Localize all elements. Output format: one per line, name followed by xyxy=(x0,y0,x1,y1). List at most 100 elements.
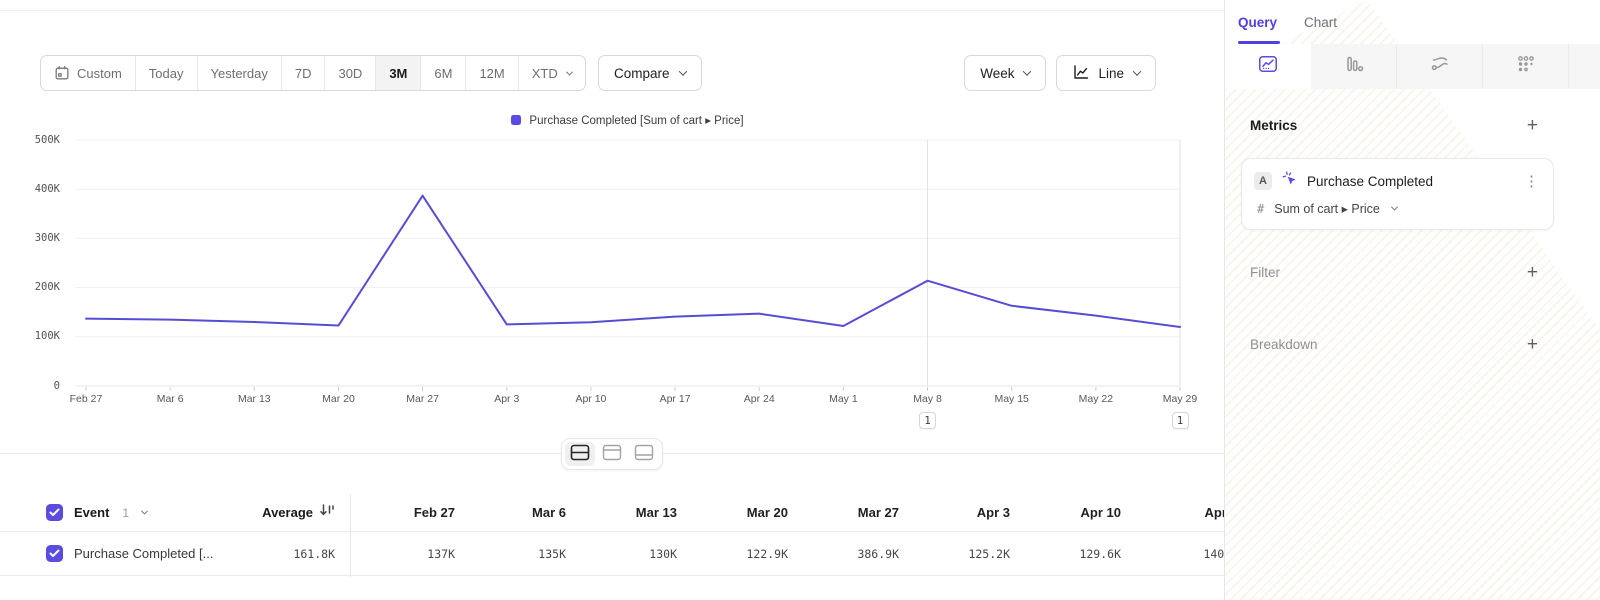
series-line xyxy=(86,196,1180,327)
metric-card[interactable]: A Purchase Completed ⋮ # Sum of cart ▸ P… xyxy=(1241,158,1554,230)
legend-label: Purchase Completed [Sum of cart ▸ Price] xyxy=(529,113,743,127)
tab-chart[interactable]: Chart xyxy=(1304,0,1337,44)
table-divider xyxy=(350,494,351,577)
chevron-down-icon xyxy=(1391,204,1398,211)
annotation-badge[interactable]: 1 xyxy=(1172,412,1189,429)
query-panel: Query Chart xyxy=(1224,0,1600,600)
chart-only-icon xyxy=(601,443,623,465)
chart-type-button[interactable]: Line xyxy=(1056,55,1156,91)
funnels-chart-type-button[interactable] xyxy=(1311,44,1397,89)
insights-line-icon xyxy=(1258,54,1278,79)
compare-label: Compare xyxy=(614,66,670,81)
table-header-row: Event 1 Average Feb 27Mar 6Mar 13Mar 20M… xyxy=(0,494,1224,532)
x-axis-label: Apr 24 xyxy=(717,393,801,405)
range-custom-button[interactable]: Custom xyxy=(41,56,136,90)
add-breakdown-button[interactable]: + xyxy=(1527,335,1538,354)
x-axis-label: Mar 6 xyxy=(128,393,212,405)
x-axis-label: May 29 xyxy=(1138,393,1222,405)
layout-toggle xyxy=(561,438,663,470)
kebab-menu-icon[interactable]: ⋮ xyxy=(1524,172,1539,190)
split-view-button[interactable] xyxy=(565,442,595,466)
column-header: Mar 6 xyxy=(455,505,566,520)
table-only-icon xyxy=(633,443,655,465)
table-only-button[interactable] xyxy=(629,442,659,466)
chart-type-strip xyxy=(1225,44,1600,89)
number-type-icon: # xyxy=(1257,202,1264,216)
range-7d-button[interactable]: 7D xyxy=(282,56,326,90)
retention-dots-icon xyxy=(1516,54,1536,79)
cell-value: 130K xyxy=(566,547,677,561)
chevron-down-icon xyxy=(141,508,148,515)
granularity-button[interactable]: Week xyxy=(964,55,1046,91)
series-checkbox[interactable] xyxy=(46,545,63,562)
event-selector[interactable]: Event 1 xyxy=(46,494,147,531)
metric-letter-badge: A xyxy=(1254,172,1272,190)
chevron-down-icon xyxy=(678,67,686,75)
chart-only-button[interactable] xyxy=(597,442,627,466)
x-axis-label: Mar 20 xyxy=(296,393,380,405)
split-view-icon xyxy=(569,443,591,465)
sort-icon[interactable] xyxy=(319,503,335,522)
add-filter-button[interactable]: + xyxy=(1527,263,1538,282)
x-axis-label: May 1 xyxy=(801,393,885,405)
line-chart-icon xyxy=(1072,63,1090,84)
granularity-label: Week xyxy=(980,66,1014,81)
metrics-section: Metrics + xyxy=(1225,115,1600,135)
range-yesterday-button[interactable]: Yesterday xyxy=(198,56,282,90)
event-header-label: Event xyxy=(74,505,109,520)
range-today-button[interactable]: Today xyxy=(136,56,198,90)
range-3m-button[interactable]: 3M xyxy=(376,56,421,90)
x-axis-label: Feb 27 xyxy=(44,393,128,405)
insights-chart-type-button[interactable] xyxy=(1225,44,1311,89)
filter-heading: Filter xyxy=(1250,265,1280,280)
cell-value: 140.9K xyxy=(1121,547,1224,561)
cell-value: 122.9K xyxy=(677,547,788,561)
results-table: Event 1 Average Feb 27Mar 6Mar 13Mar 20M… xyxy=(0,494,1224,576)
aggregation-label: Sum of cart ▸ Price xyxy=(1274,201,1380,216)
y-axis-label: 300K xyxy=(10,232,60,244)
breakdown-section: Breakdown + xyxy=(1225,335,1600,354)
add-metric-button[interactable]: + xyxy=(1527,116,1538,135)
range-12m-button[interactable]: 12M xyxy=(466,56,518,90)
range-xtd-button[interactable]: XTD xyxy=(519,56,585,90)
compare-button[interactable]: Compare xyxy=(598,55,702,91)
average-header: Average xyxy=(262,505,313,520)
legend-swatch xyxy=(511,115,521,125)
range-30d-button[interactable]: 30D xyxy=(325,56,376,90)
metric-aggregation[interactable]: # Sum of cart ▸ Price xyxy=(1254,201,1541,216)
annotation-badge[interactable]: 1 xyxy=(919,412,936,429)
column-header: Mar 13 xyxy=(566,505,677,520)
top-divider xyxy=(0,10,1224,11)
flows-chart-type-button[interactable] xyxy=(1397,44,1483,89)
range-6m-button[interactable]: 6M xyxy=(421,56,466,90)
event-count: 1 xyxy=(122,506,129,520)
date-range-control: CustomTodayYesterday7D30D3M6M12MXTD xyxy=(40,55,586,91)
y-axis-label: 400K xyxy=(10,183,60,195)
event-sparkle-icon xyxy=(1281,170,1298,192)
cell-value: 386.9K xyxy=(788,547,899,561)
column-header: Mar 20 xyxy=(677,505,788,520)
chart-type-label: Line xyxy=(1098,66,1124,81)
column-header: Mar 27 xyxy=(788,505,899,520)
y-axis-label: 0 xyxy=(10,380,60,392)
x-axis-label: May 15 xyxy=(970,393,1054,405)
metric-event-name: Purchase Completed xyxy=(1307,174,1433,189)
cell-value: 135K xyxy=(455,547,566,561)
x-axis-label: Mar 13 xyxy=(212,393,296,405)
calendar-icon xyxy=(54,65,70,81)
tab-query[interactable]: Query xyxy=(1238,0,1277,44)
retention-chart-type-button[interactable] xyxy=(1483,44,1569,89)
y-axis-label: 100K xyxy=(10,330,60,342)
toolbar: CustomTodayYesterday7D30D3M6M12MXTD Comp… xyxy=(40,55,1190,91)
y-axis-label: 200K xyxy=(10,281,60,293)
flows-icon xyxy=(1430,54,1450,79)
report-canvas: CustomTodayYesterday7D30D3M6M12MXTD Comp… xyxy=(0,0,1224,600)
cell-value: 129.6K xyxy=(1010,547,1121,561)
filter-section: Filter + xyxy=(1225,263,1600,282)
column-header: Apr 17 xyxy=(1121,505,1224,520)
x-axis-label: Apr 3 xyxy=(465,393,549,405)
column-header: Apr 10 xyxy=(1010,505,1121,520)
funnel-bars-icon xyxy=(1344,54,1364,79)
cell-value: 125.2K xyxy=(899,547,1010,561)
event-checkbox[interactable] xyxy=(46,504,63,521)
